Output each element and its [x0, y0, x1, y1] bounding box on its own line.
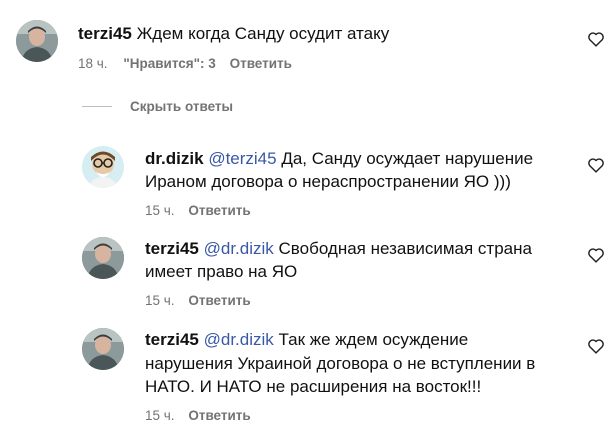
comment-text: dr.dizik @terzi45 Да, Санду осуждает нар…: [145, 147, 533, 170]
user-avatar[interactable]: [16, 20, 58, 62]
user-photo-avatar-icon: [82, 237, 124, 279]
heart-icon[interactable]: [587, 247, 605, 263]
comment-1: terzi45 Ждем когда Санду осудит атаку 18…: [0, 0, 616, 90]
user-avatar[interactable]: [82, 328, 124, 370]
mention-link[interactable]: @dr.dizik: [204, 239, 274, 258]
comment-body-line: НАТО. И НАТО не расширения на восток!!!: [145, 377, 482, 396]
divider-line: [82, 105, 112, 107]
comment-body-line: Так же ждем осуждение: [278, 330, 469, 349]
comment-body-line: нарушения Украиной договора о не вступле…: [145, 354, 536, 373]
comment-body-line: Да, Санду осуждает нарушение: [281, 149, 534, 168]
heart-icon[interactable]: [587, 157, 605, 173]
reply-button[interactable]: Ответить: [188, 293, 250, 308]
comment-time: 15 ч.: [145, 203, 175, 218]
comment-time: 15 ч.: [145, 408, 175, 423]
comment-username[interactable]: terzi45: [78, 24, 132, 43]
cartoon-avatar-icon: [82, 146, 124, 188]
comment-username[interactable]: dr.dizik: [145, 149, 204, 168]
mention-link[interactable]: @dr.dizik: [204, 330, 274, 349]
comment-text: terzi45 @dr.dizik Так же ждем осуждение: [145, 328, 468, 351]
reply-2: terzi45 @dr.dizik Свободная независимая …: [0, 230, 616, 318]
user-avatar[interactable]: [82, 237, 124, 279]
user-avatar[interactable]: [82, 146, 124, 188]
comment-text: terzi45 @dr.dizik Свободная независимая …: [145, 237, 532, 260]
reply-3: terzi45 @dr.dizik Так же ждем осуждение …: [0, 318, 616, 431]
reply-button[interactable]: Ответить: [188, 203, 250, 218]
comment-body-line: Ираном договора о нераспространении ЯО )…: [145, 172, 511, 191]
comment-body: Ждем когда Санду осудит атаку: [136, 24, 390, 43]
likes-count[interactable]: "Нравится": 3: [123, 56, 215, 71]
comment-username[interactable]: terzi45: [145, 239, 199, 258]
comment-meta: 15 ч. Ответить: [145, 203, 251, 218]
reply-button[interactable]: Ответить: [188, 408, 250, 423]
comment-time: 18 ч.: [78, 56, 108, 71]
comment-meta: 18 ч. "Нравится": 3 Ответить: [78, 56, 292, 71]
mention-link[interactable]: @terzi45: [208, 149, 276, 168]
heart-icon[interactable]: [587, 31, 605, 47]
comment-meta: 15 ч. Ответить: [145, 408, 251, 423]
comment-username[interactable]: terzi45: [145, 330, 199, 349]
user-photo-avatar-icon: [16, 20, 58, 62]
comment-text: terzi45 Ждем когда Санду осудит атаку: [78, 22, 389, 45]
hide-replies-label: Скрыть ответы: [130, 98, 234, 114]
comment-body-line: Свободная независимая страна: [278, 239, 532, 258]
comment-meta: 15 ч. Ответить: [145, 293, 251, 308]
heart-icon[interactable]: [587, 338, 605, 354]
reply-button[interactable]: Ответить: [230, 56, 292, 71]
comment-body-line: имеет право на ЯО: [145, 262, 298, 281]
comment-time: 15 ч.: [145, 293, 175, 308]
hide-replies-toggle[interactable]: Скрыть ответы: [82, 96, 233, 116]
user-photo-avatar-icon: [82, 328, 124, 370]
reply-1: dr.dizik @terzi45 Да, Санду осуждает нар…: [0, 140, 616, 230]
